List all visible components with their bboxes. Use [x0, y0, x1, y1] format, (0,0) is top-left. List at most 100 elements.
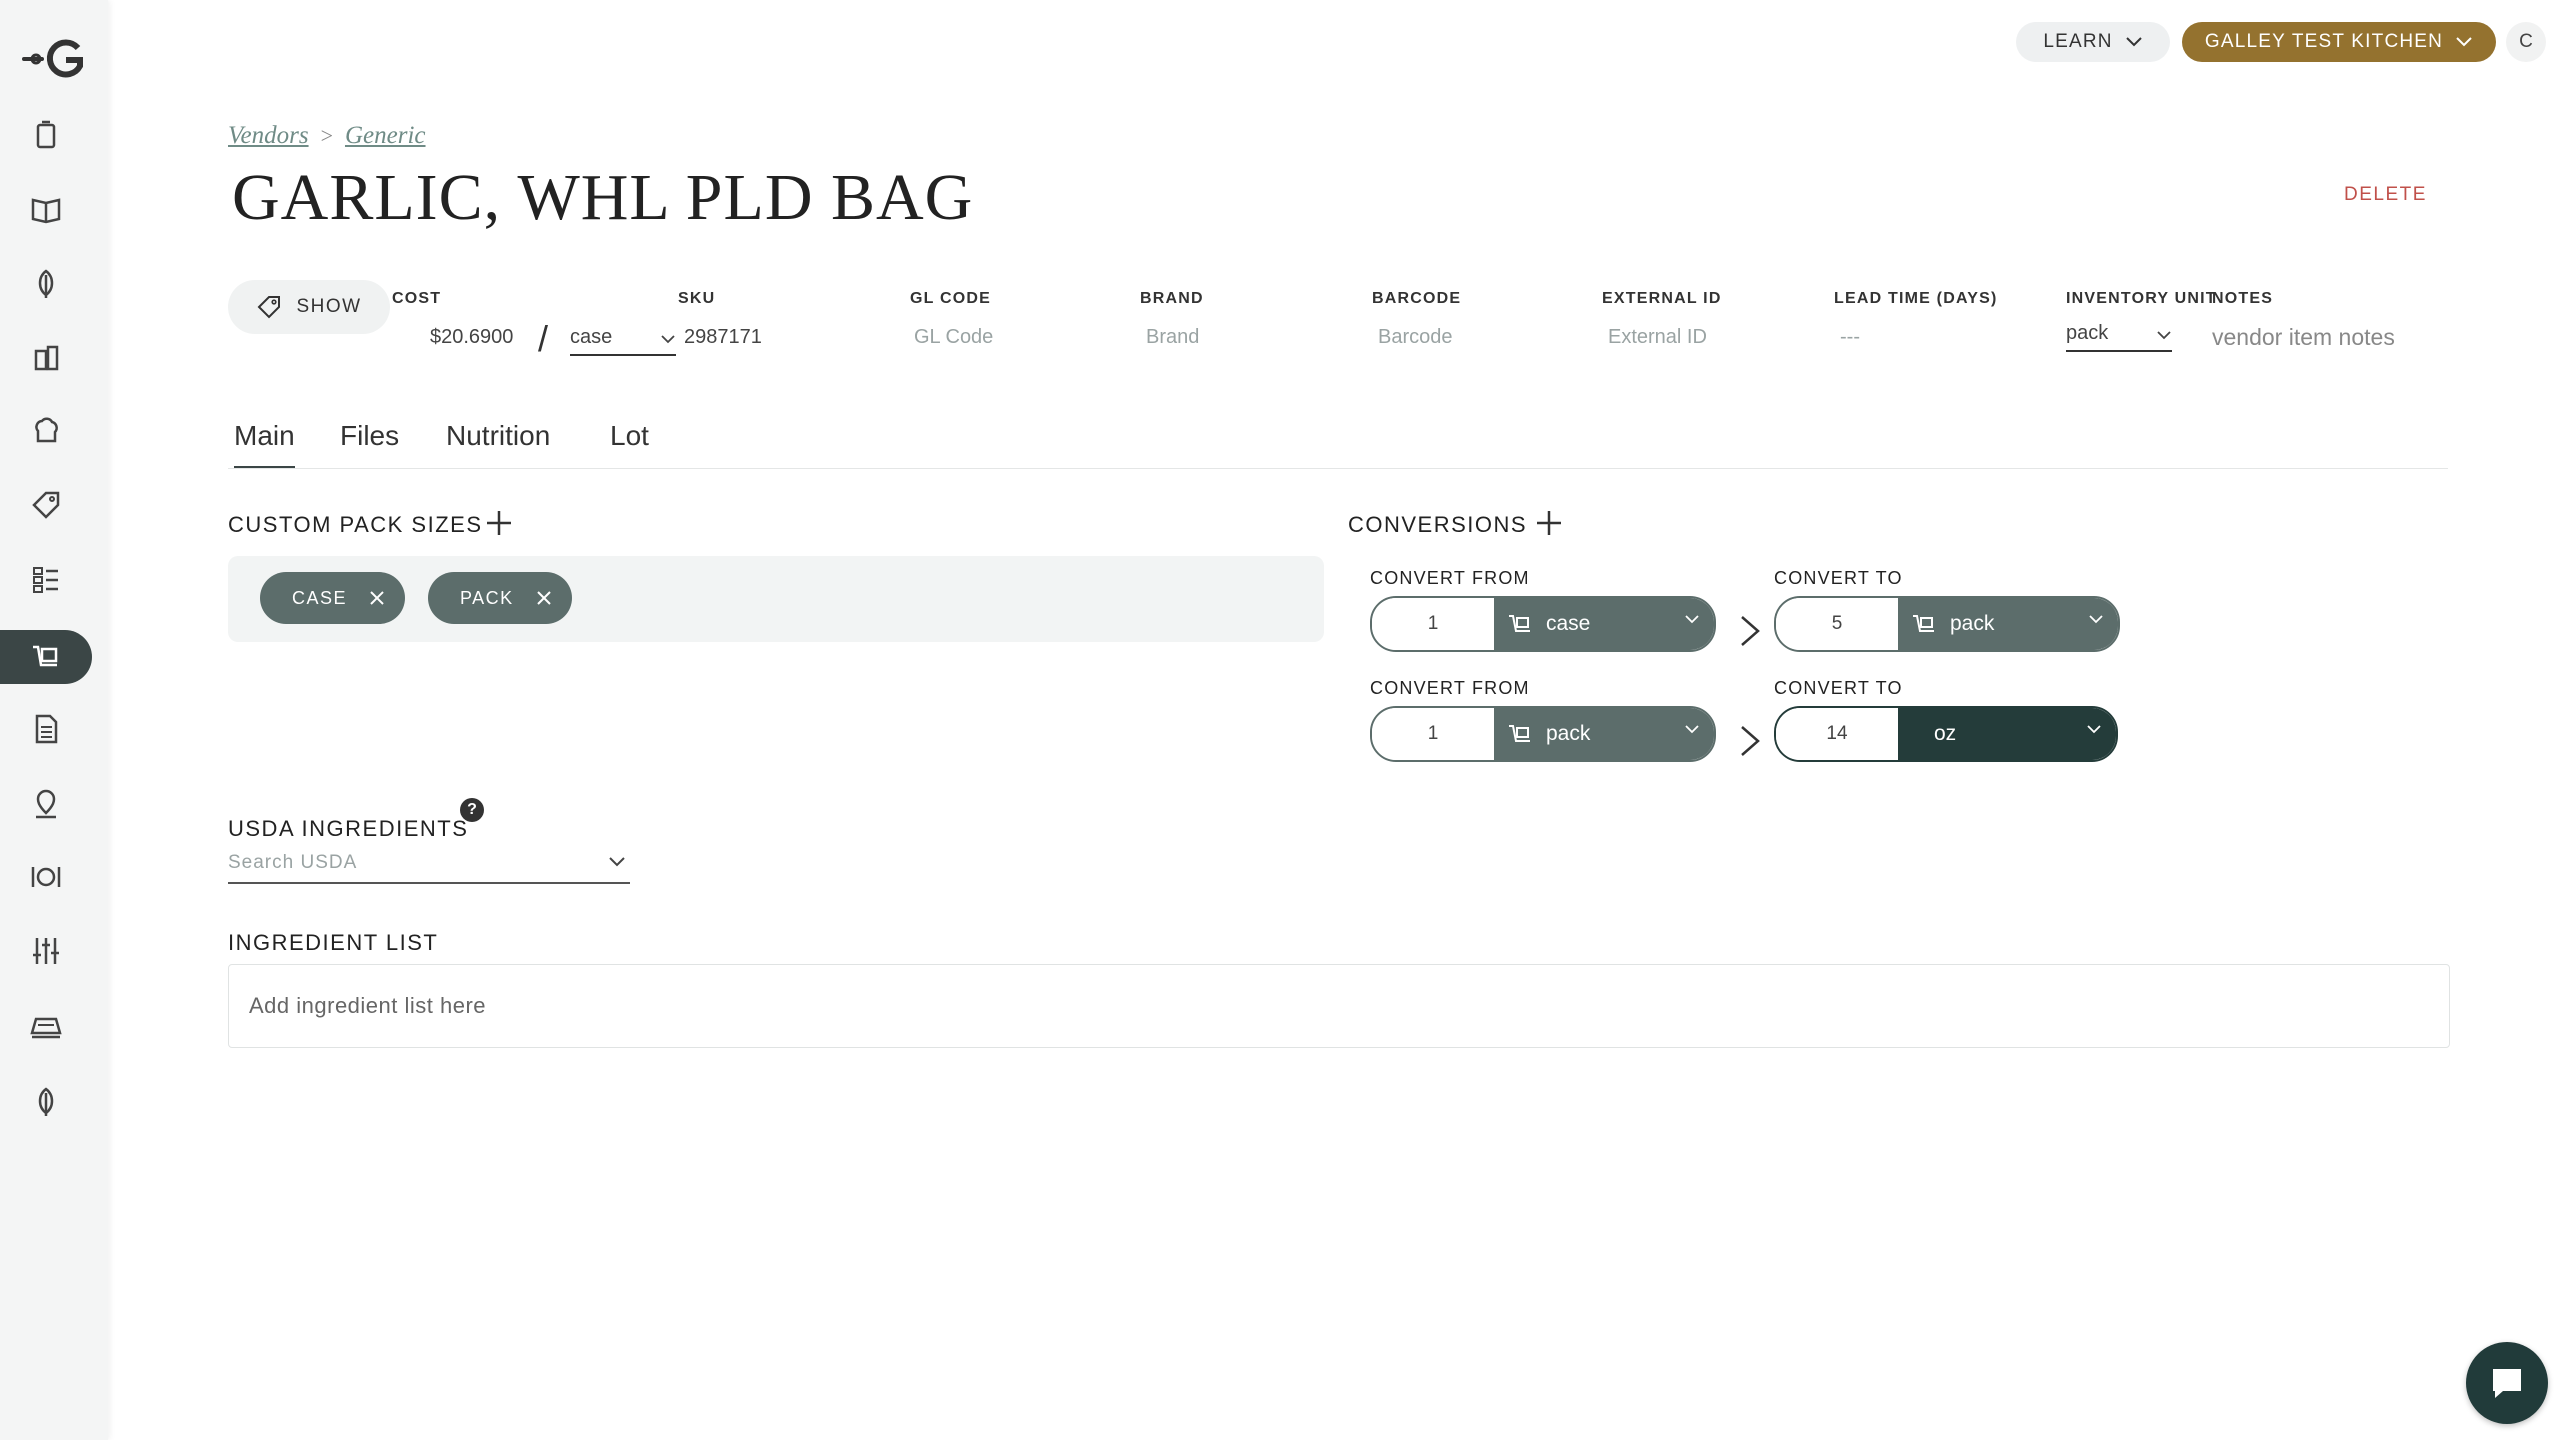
cost-unit-select[interactable]: case [570, 324, 676, 356]
external-id-label: EXTERNAL ID [1602, 290, 1722, 307]
chevron-down-icon [2087, 725, 2101, 734]
chevron-down-icon [1685, 725, 1699, 734]
nav-vendor-cart-icon[interactable] [0, 630, 92, 684]
help-icon[interactable]: ? [460, 798, 484, 822]
chat-bubble-icon [2493, 1369, 2521, 1398]
nav-dish-icon[interactable] [0, 998, 92, 1052]
convert-from-qty[interactable]: 1 [1372, 708, 1494, 760]
breadcrumb-vendors[interactable]: Vendors [228, 122, 309, 149]
brand-input[interactable]: Brand [1146, 326, 1199, 349]
notes-label: NOTES [2212, 290, 2274, 307]
convert-from-label: CONVERT FROM [1370, 568, 1530, 588]
tabs-divider [228, 468, 2448, 469]
learn-dropdown[interactable]: LEARN [2016, 22, 2170, 62]
ingredient-list-title: INGREDIENT LIST [228, 930, 439, 955]
convert-to-group[interactable]: 5 pack [1774, 596, 2120, 652]
unit-label: pack [1546, 722, 1591, 745]
show-tags-button[interactable]: SHOW [228, 280, 390, 334]
inventory-unit-label: INVENTORY UNIT [2066, 290, 2217, 307]
gl-code-label: GL CODE [910, 290, 992, 307]
convert-from-unit-select[interactable]: pack [1494, 708, 1714, 760]
convert-to-label: CONVERT TO [1774, 678, 1903, 698]
page-title: GARLIC, WHL PLD BAG [232, 161, 974, 234]
nav-list-icon[interactable] [0, 552, 92, 606]
chevron-down-icon [2456, 37, 2472, 47]
nav-tag-icon[interactable] [0, 478, 92, 532]
nav-book-icon[interactable] [0, 182, 92, 236]
notes-input[interactable]: vendor item notes [2212, 324, 2395, 351]
cart-icon [1509, 725, 1530, 742]
delete-button[interactable]: DELETE [2344, 184, 2427, 206]
convert-from-group[interactable]: 1 pack [1370, 706, 1716, 762]
inventory-unit-select[interactable]: pack [2066, 320, 2172, 352]
tag-icon [258, 296, 281, 319]
pack-chip-pack[interactable]: PACK [428, 572, 572, 624]
ingredient-list-placeholder: Add ingredient list here [249, 993, 487, 1018]
sidebar [0, 0, 108, 1440]
chevron-right-icon [1741, 616, 1760, 646]
lead-time-input[interactable]: --- [1840, 326, 1860, 349]
unit-label: case [1546, 612, 1591, 635]
breadcrumb-separator: > [320, 123, 333, 148]
nav-dining-icon[interactable] [0, 850, 92, 904]
nav-clipboard-icon[interactable] [0, 108, 92, 162]
add-pack-size-plus-icon[interactable] [484, 508, 514, 538]
chevron-down-icon [2125, 37, 2142, 47]
chip-label: CASE [292, 587, 348, 608]
kitchen-selector[interactable]: GALLEY TEST KITCHEN [2182, 22, 2496, 62]
nav-sliders-icon[interactable] [0, 924, 92, 978]
convert-to-unit-select[interactable]: oz [1898, 708, 2116, 760]
cart-icon [1913, 615, 1934, 632]
chat-support-button[interactable] [2466, 1342, 2548, 1424]
lead-time-label: LEAD TIME (DAYS) [1834, 290, 1998, 307]
cost-label: COST [392, 290, 442, 307]
tab-main[interactable]: Main [234, 420, 295, 469]
convert-to-qty[interactable]: 5 [1776, 598, 1898, 650]
tab-lot[interactable]: Lot [610, 420, 649, 452]
convert-from-label: CONVERT FROM [1370, 678, 1530, 698]
cost-unit-value: case [570, 326, 613, 348]
chip-label: PACK [460, 587, 514, 608]
pack-chip-case[interactable]: CASE [260, 572, 406, 624]
show-label: SHOW [296, 296, 362, 317]
nav-document-icon[interactable] [0, 702, 92, 756]
usda-search-placeholder: Search USDA [228, 852, 358, 873]
user-avatar[interactable]: C [2506, 22, 2546, 62]
usda-ingredients-title: USDA INGREDIENTS [228, 816, 469, 841]
tab-files[interactable]: Files [340, 420, 399, 452]
sku-value[interactable]: 2987171 [684, 326, 762, 349]
add-conversion-plus-icon[interactable] [1534, 508, 1564, 538]
cost-slash: / [538, 318, 549, 359]
convert-from-group[interactable]: 1 case [1370, 596, 1716, 652]
breadcrumb: Vendors > Generic [228, 122, 426, 150]
cost-value[interactable]: $20.6900 [430, 326, 513, 349]
unit-label: oz [1934, 722, 1957, 745]
convert-to-unit-select[interactable]: pack [1898, 598, 2118, 650]
tab-nutrition[interactable]: Nutrition [446, 420, 550, 452]
nav-produce-icon[interactable] [0, 256, 92, 310]
nav-chef-icon[interactable] [0, 404, 92, 458]
close-icon[interactable] [536, 590, 552, 606]
galley-logo[interactable] [22, 36, 88, 82]
chevron-down-icon [609, 857, 625, 867]
sku-label: SKU [678, 290, 716, 307]
convert-from-qty[interactable]: 1 [1372, 598, 1494, 650]
barcode-label: BARCODE [1372, 290, 1462, 307]
nav-containers-icon[interactable] [0, 330, 92, 384]
barcode-input[interactable]: Barcode [1378, 326, 1453, 349]
kitchen-label: GALLEY TEST KITCHEN [2204, 31, 2444, 52]
nav-produce-alt-icon[interactable] [0, 1074, 92, 1128]
gl-code-input[interactable]: GL Code [914, 326, 993, 349]
learn-label: LEARN [2043, 31, 2113, 52]
chevron-down-icon [2157, 331, 2171, 340]
usda-search-select[interactable]: Search USDA [228, 852, 630, 884]
convert-to-group[interactable]: 14 oz [1774, 706, 2118, 762]
breadcrumb-generic[interactable]: Generic [345, 122, 426, 149]
cart-icon [1509, 615, 1530, 632]
external-id-input[interactable]: External ID [1608, 326, 1707, 349]
nav-location-icon[interactable] [0, 776, 92, 830]
convert-to-qty[interactable]: 14 [1776, 708, 1898, 760]
close-icon[interactable] [369, 590, 385, 606]
convert-from-unit-select[interactable]: case [1494, 598, 1714, 650]
ingredient-list-input[interactable]: Add ingredient list here [228, 964, 2450, 1048]
